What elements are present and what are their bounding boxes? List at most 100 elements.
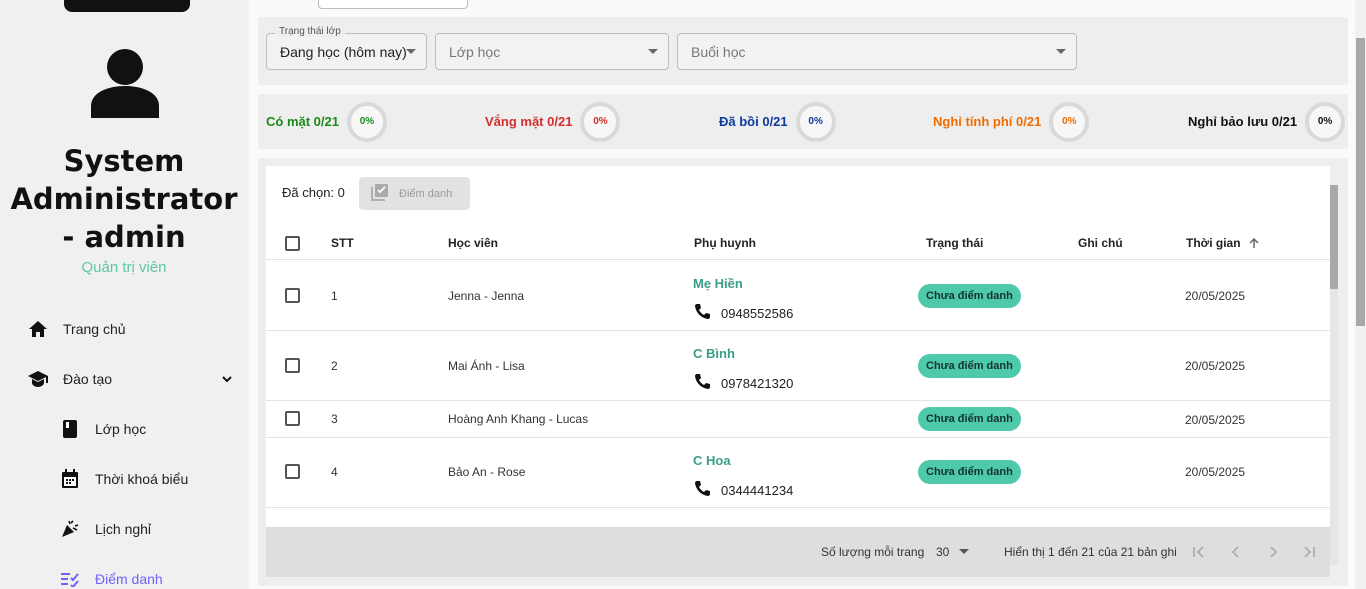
- sidebar-item-home[interactable]: Trang chủ: [27, 317, 126, 341]
- row-phone: 0344441234: [694, 480, 793, 500]
- class-select-placeholder: Lớp học: [449, 43, 501, 60]
- phone-icon: [694, 373, 711, 393]
- row-stt: 4: [331, 465, 338, 479]
- row-phone: 0948552586: [694, 303, 793, 323]
- sidebar-item-leave[interactable]: Lịch nghỉ: [59, 517, 151, 541]
- dropdown-arrow-icon: [648, 49, 658, 54]
- sidebar-item-training[interactable]: Đào tạo: [27, 367, 112, 391]
- previous-page-icon[interactable]: [1228, 544, 1244, 560]
- row-stt: 2: [331, 359, 338, 373]
- stat-label: Vắng mặt 0/21: [485, 114, 573, 129]
- user-name: System Administrator - admin: [10, 144, 238, 254]
- row-checkbox[interactable]: [285, 464, 300, 479]
- checkbox-stack-icon: [371, 183, 389, 204]
- table-scrollbar[interactable]: [1330, 185, 1338, 565]
- pagination-bar: Số lượng mỗi trang 30 Hiển thị 1 đến 21 …: [266, 527, 1330, 577]
- row-time: 20/05/2025: [1185, 413, 1246, 427]
- row-student: Jenna - Jenna: [448, 289, 525, 303]
- dropdown-arrow-icon: [959, 549, 970, 554]
- dropdown-arrow-icon: [1056, 49, 1066, 54]
- table-row: 4 Bảo An - Rose C Hoa 0344441234 Chưa đi…: [266, 438, 1330, 508]
- user-role: Quản trị viên: [81, 259, 167, 276]
- header-stt: STT: [331, 236, 354, 250]
- row-student: Bảo An - Rose: [448, 465, 526, 479]
- stat-reserved-leave: Nghỉ bảo lưu 0/21 0%: [1188, 94, 1346, 149]
- row-student: Mai Ánh - Lisa: [448, 359, 525, 373]
- class-status-select[interactable]: Trạng thái lớp Đang học (hôm nay): [266, 26, 427, 70]
- header-note: Ghi chú: [1078, 236, 1123, 250]
- row-student: Hoàng Anh Khang - Lucas: [448, 412, 589, 426]
- stat-makeup: Đã bồi 0/21 0%: [719, 94, 836, 149]
- row-checkbox[interactable]: [285, 358, 300, 373]
- stat-absent: Vắng mặt 0/21 0%: [485, 94, 621, 149]
- last-page-icon[interactable]: [1301, 544, 1317, 560]
- calendar-icon: [59, 468, 81, 490]
- first-page-icon[interactable]: [1191, 544, 1207, 560]
- status-badge: Chưa điểm danh: [918, 460, 1021, 484]
- session-select-placeholder: Buổi học: [691, 43, 746, 60]
- sidebar-item-label: Đào tạo: [63, 371, 113, 387]
- header-time[interactable]: Thời gian: [1186, 226, 1260, 260]
- next-page-icon[interactable]: [1265, 544, 1281, 560]
- class-select[interactable]: Lớp học: [435, 33, 669, 70]
- rows-per-page-select[interactable]: 30: [936, 527, 970, 577]
- checklist-icon: [59, 568, 81, 589]
- select-all-checkbox[interactable]: [285, 236, 300, 251]
- row-parent-name: C Hoa: [693, 453, 731, 468]
- sidebar: System Administrator - admin Quản trị vi…: [0, 0, 248, 589]
- page-scrollbar[interactable]: [1355, 0, 1366, 589]
- stat-percent: 0%: [593, 116, 608, 127]
- page-scrollbar-thumb[interactable]: [1356, 38, 1365, 326]
- sort-arrow-up-icon[interactable]: [1248, 237, 1260, 249]
- sidebar-item-timetable[interactable]: Thời khoá biểu: [59, 467, 188, 491]
- row-time: 20/05/2025: [1185, 465, 1246, 479]
- sidebar-item-label: Điểm danh: [95, 571, 163, 587]
- rows-per-page-label: Số lượng mỗi trang: [821, 545, 925, 559]
- table-scrollbar-thumb[interactable]: [1330, 185, 1338, 289]
- stat-percent: 0%: [1062, 116, 1077, 127]
- header-time-label: Thời gian: [1186, 236, 1241, 250]
- page-range-text: Hiển thị 1 đến 21 của 21 bản ghi: [1004, 545, 1177, 559]
- phone-icon: [694, 303, 711, 323]
- row-stt: 1: [331, 289, 338, 303]
- stat-label: Có mặt 0/21: [266, 114, 339, 129]
- attendance-table-panel: Đã chọn: 0 Điểm danh STT Học viên Phụ hu…: [258, 158, 1348, 586]
- row-checkbox[interactable]: [285, 288, 300, 303]
- sidebar-item-label: Thời khoá biểu: [95, 471, 189, 487]
- sidebar-item-label: Lịch nghỉ: [95, 521, 152, 537]
- row-parent-name: C Bình: [693, 346, 735, 361]
- logo: [64, 0, 190, 12]
- main-content: Trạng thái lớp Đang học (hôm nay) Lớp họ…: [249, 0, 1355, 589]
- stat-percent: 0%: [359, 116, 375, 127]
- top-input[interactable]: [318, 0, 468, 9]
- chevron-down-icon[interactable]: [220, 372, 234, 386]
- sidebar-item-label: Lớp học: [95, 421, 147, 437]
- phone-icon: [694, 480, 711, 500]
- stat-label: Nghỉ bảo lưu 0/21: [1188, 114, 1298, 129]
- sidebar-item-attendance[interactable]: Điểm danh: [59, 567, 163, 589]
- sidebar-item-label: Trang chủ: [63, 321, 126, 337]
- dropdown-arrow-icon: [406, 49, 416, 54]
- stat-percent: 0%: [808, 116, 823, 127]
- row-checkbox[interactable]: [285, 411, 300, 426]
- row-parent-name: Mẹ Hiền: [693, 276, 743, 291]
- header-parent: Phụ huynh: [694, 236, 756, 250]
- row-time: 20/05/2025: [1185, 359, 1246, 373]
- stat-progress-ring: 0%: [1049, 101, 1090, 142]
- row-phone-number: 0344441234: [721, 482, 794, 498]
- row-time: 20/05/2025: [1185, 289, 1246, 303]
- graduation-cap-icon: [27, 368, 49, 390]
- session-select[interactable]: Buổi học: [677, 33, 1077, 70]
- sidebar-item-classes[interactable]: Lớp học: [59, 417, 146, 441]
- row-phone: 0978421320: [694, 373, 793, 393]
- attend-button[interactable]: Điểm danh: [359, 177, 470, 210]
- stat-label: Nghỉ tính phí 0/21: [933, 114, 1042, 129]
- status-badge: Chưa điểm danh: [918, 354, 1021, 378]
- stat-progress-ring: 0%: [1305, 101, 1346, 142]
- user-avatar-icon: [91, 49, 159, 118]
- row-phone-number: 0978421320: [721, 375, 794, 391]
- table-header: STT Học viên Phụ huynh Trạng thái Ghi ch…: [266, 226, 1330, 260]
- book-icon: [59, 418, 81, 440]
- table-row: 3 Hoàng Anh Khang - Lucas Chưa điểm danh…: [266, 401, 1330, 438]
- rows-per-page-value: 30: [936, 545, 950, 559]
